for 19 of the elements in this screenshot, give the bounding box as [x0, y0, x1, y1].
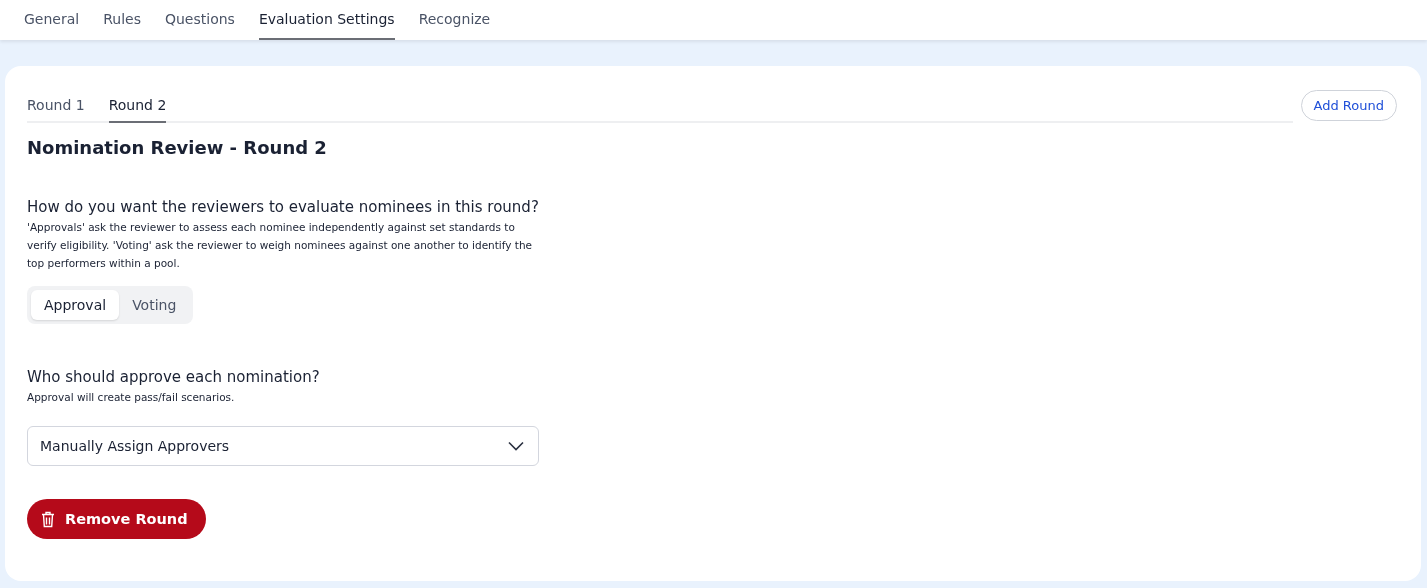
- section-heading: Nomination Review - Round 2: [27, 137, 327, 158]
- approver-select[interactable]: Manually Assign Approvers: [27, 426, 539, 466]
- help-text: 'Approvals' ask the reviewer to assess each nominee independently against set standards to verify eligibility. 'Voting' ask the reviewer to weigh nominees against one another to identify the top performers within a pool.: [27, 220, 534, 271]
- nav-tab[interactable]: Evaluation Settings: [258, 0, 395, 40]
- segment-option[interactable]: Voting: [119, 290, 190, 320]
- question-label: How do you want the reviewers to evaluate nominees in this round?: [27, 198, 539, 216]
- remove-round-button[interactable]: Remove Round: [27, 499, 206, 539]
- nav-tab[interactable]: Recognize: [418, 0, 491, 40]
- round-tab[interactable]: Round 1: [27, 88, 85, 123]
- trash-icon: [41, 510, 55, 528]
- nav-tab[interactable]: General: [24, 0, 80, 40]
- segment-option[interactable]: Approval: [31, 290, 120, 320]
- question-label: Who should approve each nomination?: [27, 368, 320, 386]
- help-text: Approval will create pass/fail scenarios.: [27, 390, 236, 405]
- nav-tab[interactable]: Questions: [164, 0, 235, 40]
- round-tab[interactable]: Round 2: [108, 88, 167, 123]
- chevron-down-icon: [508, 441, 524, 451]
- nav-tab[interactable]: Rules: [103, 0, 141, 40]
- add-round-button[interactable]: Add Round: [1300, 90, 1397, 121]
